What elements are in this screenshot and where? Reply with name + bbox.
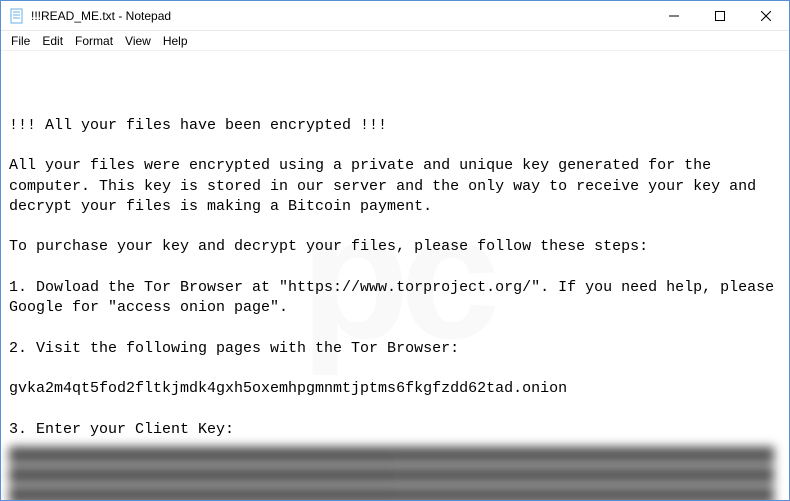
- menu-format[interactable]: Format: [69, 33, 119, 49]
- window-controls: [651, 1, 789, 30]
- client-key-blurred: ████████████████████████████████████████…: [9, 446, 781, 500]
- close-button[interactable]: [743, 1, 789, 30]
- minimize-icon: [669, 11, 679, 21]
- menu-file[interactable]: File: [5, 33, 36, 49]
- menu-edit[interactable]: Edit: [36, 33, 69, 49]
- maximize-icon: [715, 11, 725, 21]
- menu-help[interactable]: Help: [157, 33, 194, 49]
- close-icon: [761, 11, 771, 21]
- notepad-icon: [9, 8, 25, 24]
- intro-paragraph: All your files were encrypted using a pr…: [9, 157, 765, 215]
- maximize-button[interactable]: [697, 1, 743, 30]
- steps-intro: To purchase your key and decrypt your fi…: [9, 238, 648, 255]
- step-1: 1. Dowload the Tor Browser at "https://w…: [9, 279, 783, 316]
- step-3: 3. Enter your Client Key:: [9, 421, 234, 438]
- notepad-window: !!!READ_ME.txt - Notepad File Edit: [0, 0, 790, 501]
- onion-address: gvka2m4qt5fod2fltkjmdk4gxh5oxemhpgmnmtjp…: [9, 380, 567, 397]
- titlebar[interactable]: !!!READ_ME.txt - Notepad: [1, 1, 789, 31]
- step-2: 2. Visit the following pages with the To…: [9, 340, 459, 357]
- window-title: !!!READ_ME.txt - Notepad: [31, 9, 651, 23]
- minimize-button[interactable]: [651, 1, 697, 30]
- menu-view[interactable]: View: [119, 33, 157, 49]
- heading-line: !!! All your files have been encrypted !…: [9, 117, 387, 134]
- menubar: File Edit Format View Help: [1, 31, 789, 51]
- text-content: !!! All your files have been encrypted !…: [9, 116, 781, 500]
- text-area[interactable]: pc !!! All your files have been encrypte…: [1, 51, 789, 500]
